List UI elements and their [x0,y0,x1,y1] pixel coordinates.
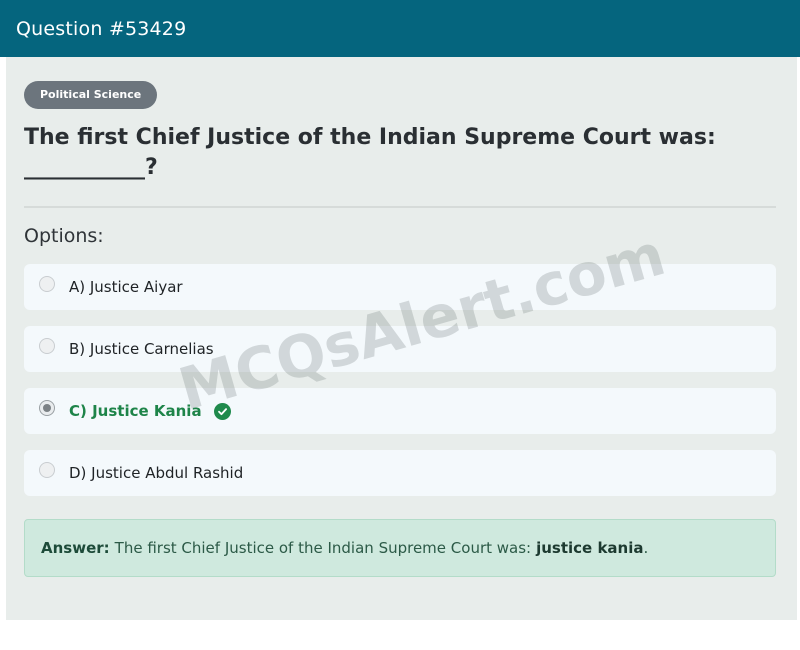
radio-option-c[interactable] [39,400,55,416]
options-label: Options: [24,225,104,247]
option-c-label: C) Justice Kania [69,402,202,420]
option-d-label: D) Justice Abdul Rashid [69,464,244,482]
answer-value: justice kania [536,539,644,557]
answer-label: Answer: [41,539,110,557]
option-b[interactable]: B) Justice Carnelias [24,326,776,372]
question-number-title: Question #53429 [16,17,187,40]
category-badge[interactable]: Political Science [24,81,158,109]
option-c[interactable]: C) Justice Kania [24,388,776,434]
radio-option-a[interactable] [39,276,55,292]
header-bar: Question #53429 [0,0,800,57]
divider [24,206,776,208]
answer-text: The first Chief Justice of the Indian Su… [114,539,532,557]
check-circle-icon [213,402,231,420]
option-d[interactable]: D) Justice Abdul Rashid [24,450,776,496]
option-b-label: B) Justice Carnelias [69,340,214,358]
question-text: The first Chief Justice of the Indian Su… [24,125,716,180]
question-card: Political Science The first Chief Justic… [6,57,797,620]
option-a[interactable]: A) Justice Aiyar [24,264,776,310]
option-a-label: A) Justice Aiyar [69,278,183,296]
radio-option-d[interactable] [39,462,55,478]
answer-suffix: . [643,539,649,557]
radio-option-b[interactable] [39,338,55,354]
answer-box: Answer: The first Chief Justice of the I… [24,519,776,577]
